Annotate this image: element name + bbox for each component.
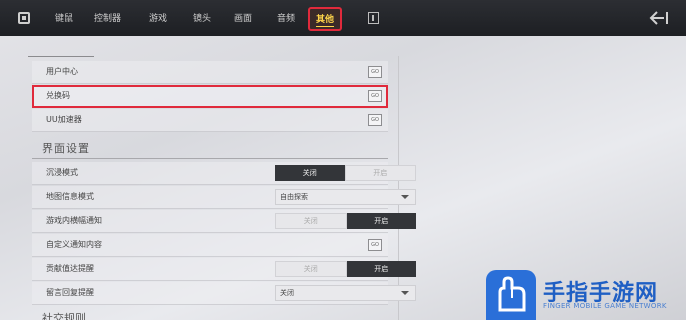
row-redeem-code[interactable]: 兑换码 GO	[32, 85, 388, 108]
go-button[interactable]: GO	[368, 66, 382, 78]
tab-game[interactable]: 游戏	[149, 10, 167, 28]
dropdown-value: 自由探索	[280, 193, 308, 201]
go-button[interactable]: GO	[368, 90, 382, 102]
menu-icon[interactable]	[17, 11, 31, 25]
segmented-control: 关闭 开启	[275, 213, 416, 229]
row-label: 地图信息模式	[46, 192, 94, 201]
row-contribution-reminder: 贡献值达提醒 关闭 开启	[32, 258, 416, 281]
watermark-logo	[486, 270, 536, 320]
top-nav-bar: 键鼠 控制器 游戏 镜头 画面 音频 其他	[0, 0, 686, 36]
segmented-control: 关闭 开启	[275, 261, 416, 277]
row-immersive-mode: 沉浸模式 关闭 开启	[32, 162, 416, 185]
row-banner-notification: 游戏内横幅通知 关闭 开启	[32, 210, 416, 233]
row-reply-reminder: 留言回复提醒 关闭	[32, 282, 416, 305]
back-arrow-icon[interactable]	[648, 10, 670, 26]
tab-camera[interactable]: 镜头	[193, 10, 211, 28]
go-button[interactable]: GO	[368, 239, 382, 251]
option-off[interactable]: 关闭	[275, 165, 345, 181]
row-label: 游戏内横幅通知	[46, 216, 102, 225]
panel-scroll-edge	[398, 56, 399, 320]
section-title-social: 社交规则	[42, 312, 86, 320]
option-on[interactable]: 开启	[344, 165, 416, 181]
row-uu-accelerator[interactable]: UU加速器 GO	[32, 109, 388, 132]
tab-keyboard-mouse[interactable]: 键鼠	[55, 10, 73, 28]
chevron-down-icon	[401, 195, 409, 199]
row-label: 留言回复提醒	[46, 288, 94, 297]
row-user-center[interactable]: 用户中心 GO	[32, 61, 388, 84]
tab-audio[interactable]: 音频	[277, 10, 295, 28]
row-label: 用户中心	[46, 67, 78, 76]
panel-divider	[28, 56, 94, 57]
option-on[interactable]: 开启	[346, 261, 416, 277]
go-button[interactable]: GO	[368, 114, 382, 126]
option-off[interactable]: 关闭	[275, 261, 347, 277]
chevron-down-icon	[401, 291, 409, 295]
section-divider	[32, 158, 388, 159]
reply-reminder-dropdown[interactable]: 关闭	[275, 285, 416, 301]
dropdown-value: 关闭	[280, 289, 294, 297]
hand-icon	[498, 276, 526, 312]
tab-other[interactable]: 其他	[308, 7, 343, 31]
tab-controller[interactable]: 控制器	[94, 10, 121, 28]
book-icon[interactable]	[366, 11, 380, 25]
segmented-control: 关闭 开启	[275, 165, 416, 181]
row-label: 兑换码	[46, 91, 70, 100]
option-on[interactable]: 开启	[346, 213, 416, 229]
row-custom-notification[interactable]: 自定义通知内容 GO	[32, 234, 388, 257]
row-label: 自定义通知内容	[46, 240, 102, 249]
row-map-info-mode: 地图信息模式 自由探索	[32, 186, 416, 209]
option-off[interactable]: 关闭	[275, 213, 347, 229]
row-label: 贡献值达提醒	[46, 264, 94, 273]
row-label: UU加速器	[46, 115, 82, 124]
section-title-interface: 界面设置	[42, 142, 90, 155]
map-mode-dropdown[interactable]: 自由探索	[275, 189, 416, 205]
watermark-subtitle: FINGER MOBILE GAME NETWORK	[543, 302, 667, 310]
tab-display[interactable]: 画面	[234, 10, 252, 28]
row-label: 沉浸模式	[46, 168, 78, 177]
